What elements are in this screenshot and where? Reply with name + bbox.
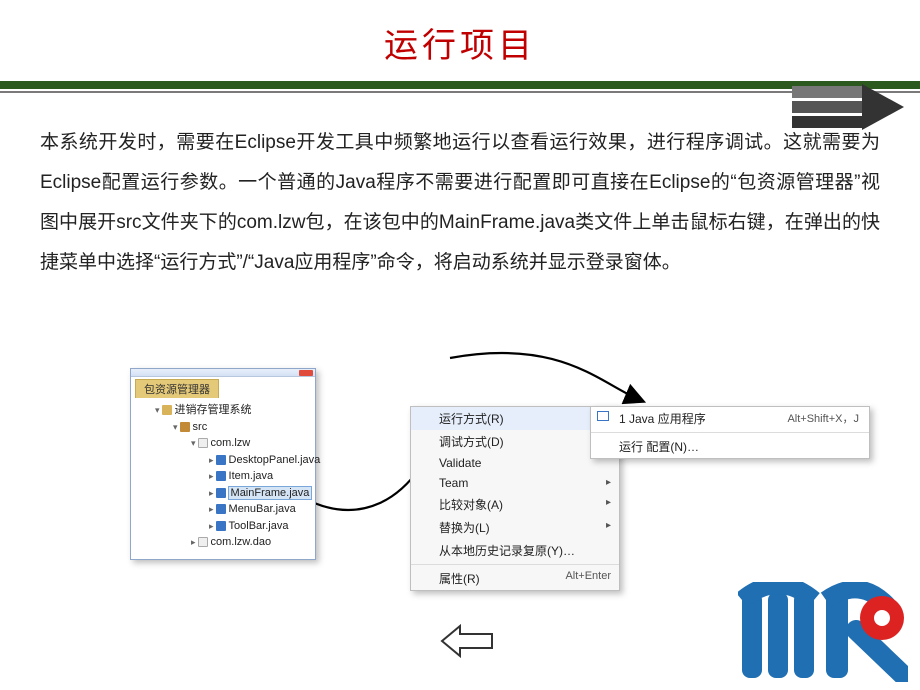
menu-label: 运行方式(R)	[439, 412, 504, 426]
chevron-right-icon: ▸	[606, 520, 611, 531]
chevron-right-icon: ▸	[606, 497, 611, 508]
tree-java-file[interactable]: ToolBar.java	[205, 518, 309, 535]
tree-src-folder[interactable]: src com.lzw DesktopPanel.java Item.java …	[169, 419, 309, 551]
file-label: DesktopPanel.java	[229, 454, 321, 466]
project-label: 进销存管理系统	[175, 404, 252, 416]
back-arrow-icon[interactable]	[440, 624, 494, 658]
package-icon	[198, 537, 208, 547]
shortcut-label: Alt+Shift+X，J	[787, 410, 859, 426]
package-explorer-window: 包资源管理器 进销存管理系统 src com.lzw DesktopPanel.…	[130, 368, 316, 560]
submenu-label: 运行 配置(N)…	[619, 440, 699, 454]
menu-separator	[591, 432, 869, 433]
body-paragraph: 本系统开发时，需要在Eclipse开发工具中频繁地运行以查看运行效果，进行程序调…	[0, 93, 920, 283]
java-file-icon	[216, 455, 226, 465]
menu-label: 调试方式(D)	[439, 435, 504, 449]
file-label: Item.java	[229, 470, 274, 482]
mr-logo-icon	[738, 582, 908, 682]
corner-arrow-decoration	[792, 86, 912, 128]
menu-label: 替换为(L)	[439, 521, 490, 535]
close-icon[interactable]	[299, 370, 313, 376]
submenu-item-run-config[interactable]: 运行 配置(N)…	[591, 435, 869, 458]
chevron-right-icon: ▸	[606, 477, 611, 488]
menu-item-team[interactable]: Team ▸	[411, 473, 619, 493]
menu-item-compare-with[interactable]: 比较对象(A) ▸	[411, 493, 619, 516]
file-label: MenuBar.java	[229, 503, 296, 515]
window-titlebar	[131, 369, 315, 377]
folder-icon	[180, 422, 190, 432]
java-file-icon	[216, 521, 226, 531]
package-explorer-tab[interactable]: 包资源管理器	[135, 379, 219, 398]
tree-java-file[interactable]: MenuBar.java	[205, 501, 309, 518]
file-label: ToolBar.java	[229, 520, 289, 532]
package-icon	[198, 438, 208, 448]
tree-java-file[interactable]: Item.java	[205, 468, 309, 485]
menu-item-replace-with[interactable]: 替换为(L) ▸	[411, 516, 619, 539]
tree-package-dao[interactable]: com.lzw.dao	[187, 534, 309, 551]
src-label: src	[193, 421, 208, 433]
project-icon	[162, 405, 172, 415]
java-app-icon	[597, 411, 609, 421]
pkg2-label: com.lzw.dao	[211, 536, 272, 548]
java-file-icon	[216, 488, 226, 498]
submenu-item-java-app[interactable]: 1 Java 应用程序 Alt+Shift+X，J	[591, 407, 869, 430]
file-label-selected: MainFrame.java	[229, 487, 312, 499]
tree-java-file-selected[interactable]: MainFrame.java	[205, 485, 309, 502]
tree-package-comlzw[interactable]: com.lzw DesktopPanel.java Item.java Main…	[187, 435, 309, 534]
java-file-icon	[216, 471, 226, 481]
menu-item-properties[interactable]: 属性(R) Alt+Enter	[411, 567, 619, 590]
menu-label: Team	[439, 476, 468, 490]
menu-item-run-as[interactable]: 运行方式(R)▸	[411, 407, 619, 430]
tree-java-file[interactable]: DesktopPanel.java	[205, 452, 309, 469]
menu-item-debug-as[interactable]: 调试方式(D)▸	[411, 430, 619, 453]
java-file-icon	[216, 504, 226, 514]
menu-label: Validate	[439, 456, 481, 470]
slide-title: 运行项目	[0, 0, 920, 67]
menu-label: 属性(R)	[439, 572, 480, 586]
menu-item-validate[interactable]: Validate	[411, 453, 619, 473]
submenu-label: 1 Java 应用程序	[619, 412, 706, 426]
pkg1-label: com.lzw	[211, 437, 251, 449]
menu-item-restore-local[interactable]: 从本地历史记录复原(Y)…	[411, 539, 619, 562]
menu-label: 从本地历史记录复原(Y)…	[439, 544, 575, 558]
title-underline-bar	[0, 81, 920, 89]
run-as-submenu: 1 Java 应用程序 Alt+Shift+X，J 运行 配置(N)…	[590, 406, 870, 459]
menu-separator	[411, 564, 619, 565]
context-menu: 运行方式(R)▸ 调试方式(D)▸ Validate Team▸ 比较对象(A)…	[410, 406, 620, 591]
menu-label: 比较对象(A)	[439, 498, 503, 512]
tree-project[interactable]: 进销存管理系统 src com.lzw DesktopPanel.java It…	[151, 402, 309, 551]
shortcut-label: Alt+Enter	[565, 570, 611, 582]
